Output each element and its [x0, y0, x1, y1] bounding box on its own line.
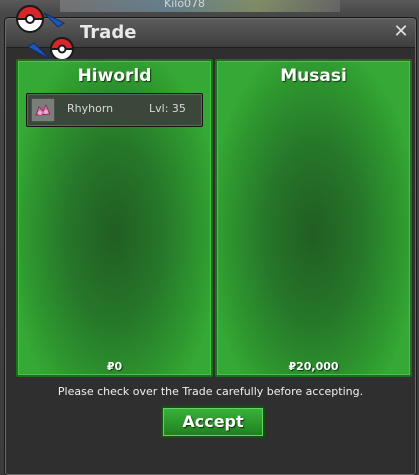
currency-symbol: ₽ [288, 360, 297, 373]
pokeball-logo-icon [15, 5, 75, 61]
background-player-name: Kilo078 [164, 0, 206, 10]
right-money: ₽20,000 [217, 360, 410, 373]
close-button[interactable]: ✕ [392, 22, 410, 42]
item-level: Lvl: 35 [149, 102, 186, 115]
left-money: ₽0 [18, 360, 211, 373]
accept-button[interactable]: Accept [161, 406, 265, 438]
background-player-bar: Kilo078 [60, 0, 340, 12]
trade-item-slot[interactable]: Rhyhorn Lvl: 35 [26, 93, 203, 127]
left-money-value: 0 [114, 360, 123, 373]
trade-panel-left: Hiworld Rhyhorn Lvl: 35 ₽0 [16, 59, 213, 377]
pokemon-icon [31, 98, 55, 122]
currency-symbol: ₽ [106, 360, 115, 373]
right-player-name: Musasi [280, 66, 347, 86]
right-money-value: 20,000 [296, 360, 339, 373]
trade-notice: Please check over the Trade carefully be… [57, 385, 364, 398]
window-title: Trade [80, 22, 137, 43]
left-player-name: Hiworld [77, 66, 152, 86]
item-name: Rhyhorn [67, 102, 114, 115]
trade-window: Trade ✕ Hiworld Rhyhorn Lvl: 35 ₽0 Musas… [5, 5, 416, 475]
trade-panel-right: Musasi ₽20,000 [215, 59, 412, 377]
